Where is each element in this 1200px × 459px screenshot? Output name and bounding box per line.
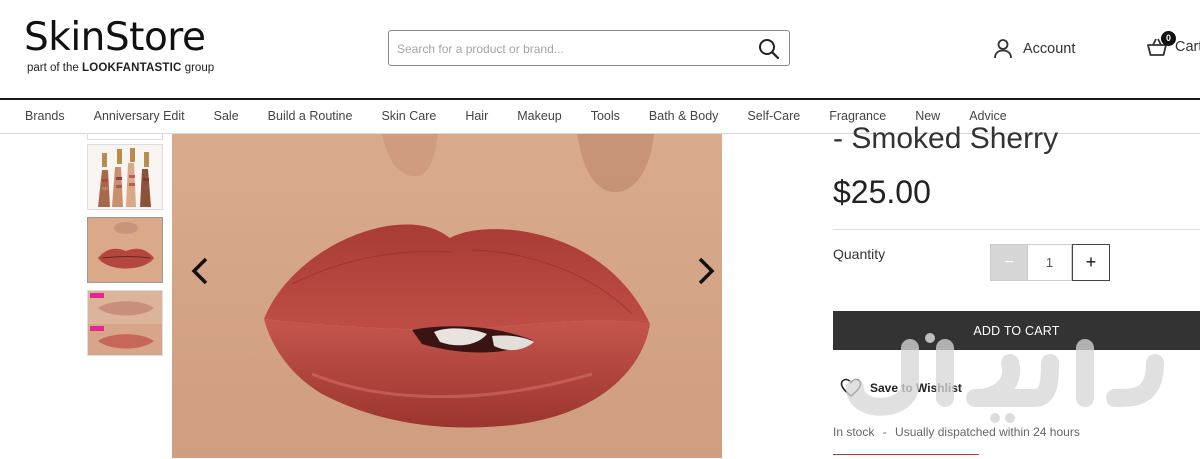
search-input[interactable] [395,37,749,61]
quantity-increase-button[interactable]: + [1072,244,1110,281]
nav-item-new[interactable]: New [915,109,940,123]
thumbnail-before-after[interactable] [87,290,163,356]
save-to-wishlist-button[interactable]: Save to Wishlist [840,378,962,398]
site-header: SkinStore part of the LOOKFANTASTIC grou… [0,0,1200,98]
cart-count-badge: 0 [1161,31,1176,46]
cart-label: Cart [1175,39,1200,55]
lips-thumbnail-image [88,218,162,282]
nav-list: Brands Anniversary Edit Sale Build a Rou… [25,109,1036,123]
nav-item-self-care[interactable]: Self-Care [747,109,800,123]
nav-item-makeup[interactable]: Makeup [517,109,561,123]
search-box [388,30,790,66]
logo-tagline: part of the LOOKFANTASTIC group [24,62,214,74]
stock-status: In stock - Usually dispatched within 24 … [833,425,1080,439]
cart-link[interactable]: 0 Cart [1145,31,1200,62]
dispatch-info: Usually dispatched within 24 hours [895,425,1080,439]
stock-label: In stock [833,425,875,439]
quantity-stepper: − 1 + [990,244,1110,281]
quantity-value[interactable]: 1 [1028,244,1072,281]
lips-closeup-image [172,134,722,458]
logo-tagline-brand: LOOKFANTASTIC [82,62,182,74]
account-link[interactable]: Account [993,36,1075,62]
quantity-label: Quantity [833,246,886,262]
nav-item-tools[interactable]: Tools [591,109,620,123]
product-price: $25.00 [833,174,931,210]
logo-wordmark: SkinStore [24,15,206,60]
quantity-decrease-button[interactable]: − [990,244,1028,281]
thumbnail-swatches[interactable] [87,144,163,210]
price-divider [833,229,1200,230]
chevron-right-icon [698,257,715,285]
search-button[interactable] [757,37,781,61]
nav-item-bath-body[interactable]: Bath & Body [649,109,719,123]
before-after-image [88,291,162,355]
account-label: Account [1023,41,1076,57]
nav-item-advice[interactable]: Advice [969,109,1007,123]
nav-item-skin-care[interactable]: Skin Care [381,109,436,123]
add-to-cart-button[interactable]: ADD TO CART [833,311,1200,350]
nav-item-build-a-routine[interactable]: Build a Routine [268,109,353,123]
secondary-button-edge[interactable] [833,454,979,459]
carousel-prev-button[interactable] [186,256,216,286]
chevron-left-icon [191,257,208,285]
carousel-next-button[interactable] [690,256,720,286]
thumbnail-partial[interactable] [87,134,163,140]
nav-item-anniversary-edit[interactable]: Anniversary Edit [94,109,185,123]
wishlist-label: Save to Wishlist [870,381,962,395]
nav-item-sale[interactable]: Sale [214,109,239,123]
product-main-image [172,134,722,458]
logo-tagline-prefix: part of the [27,62,79,74]
stock-separator: - [882,425,887,439]
product-title: - Smoked Sherry [833,122,1059,155]
search-icon [759,39,780,60]
logo-tagline-suffix: group [184,62,215,74]
swatch-arms-image [88,145,162,209]
thumbnail-lips-selected[interactable] [87,217,163,283]
user-icon [994,39,1012,59]
nav-item-fragrance[interactable]: Fragrance [829,109,886,123]
nav-item-hair[interactable]: Hair [465,109,488,123]
heart-icon [840,378,862,398]
site-logo[interactable]: SkinStore part of the LOOKFANTASTIC grou… [24,15,214,75]
nav-item-brands[interactable]: Brands [25,109,65,123]
